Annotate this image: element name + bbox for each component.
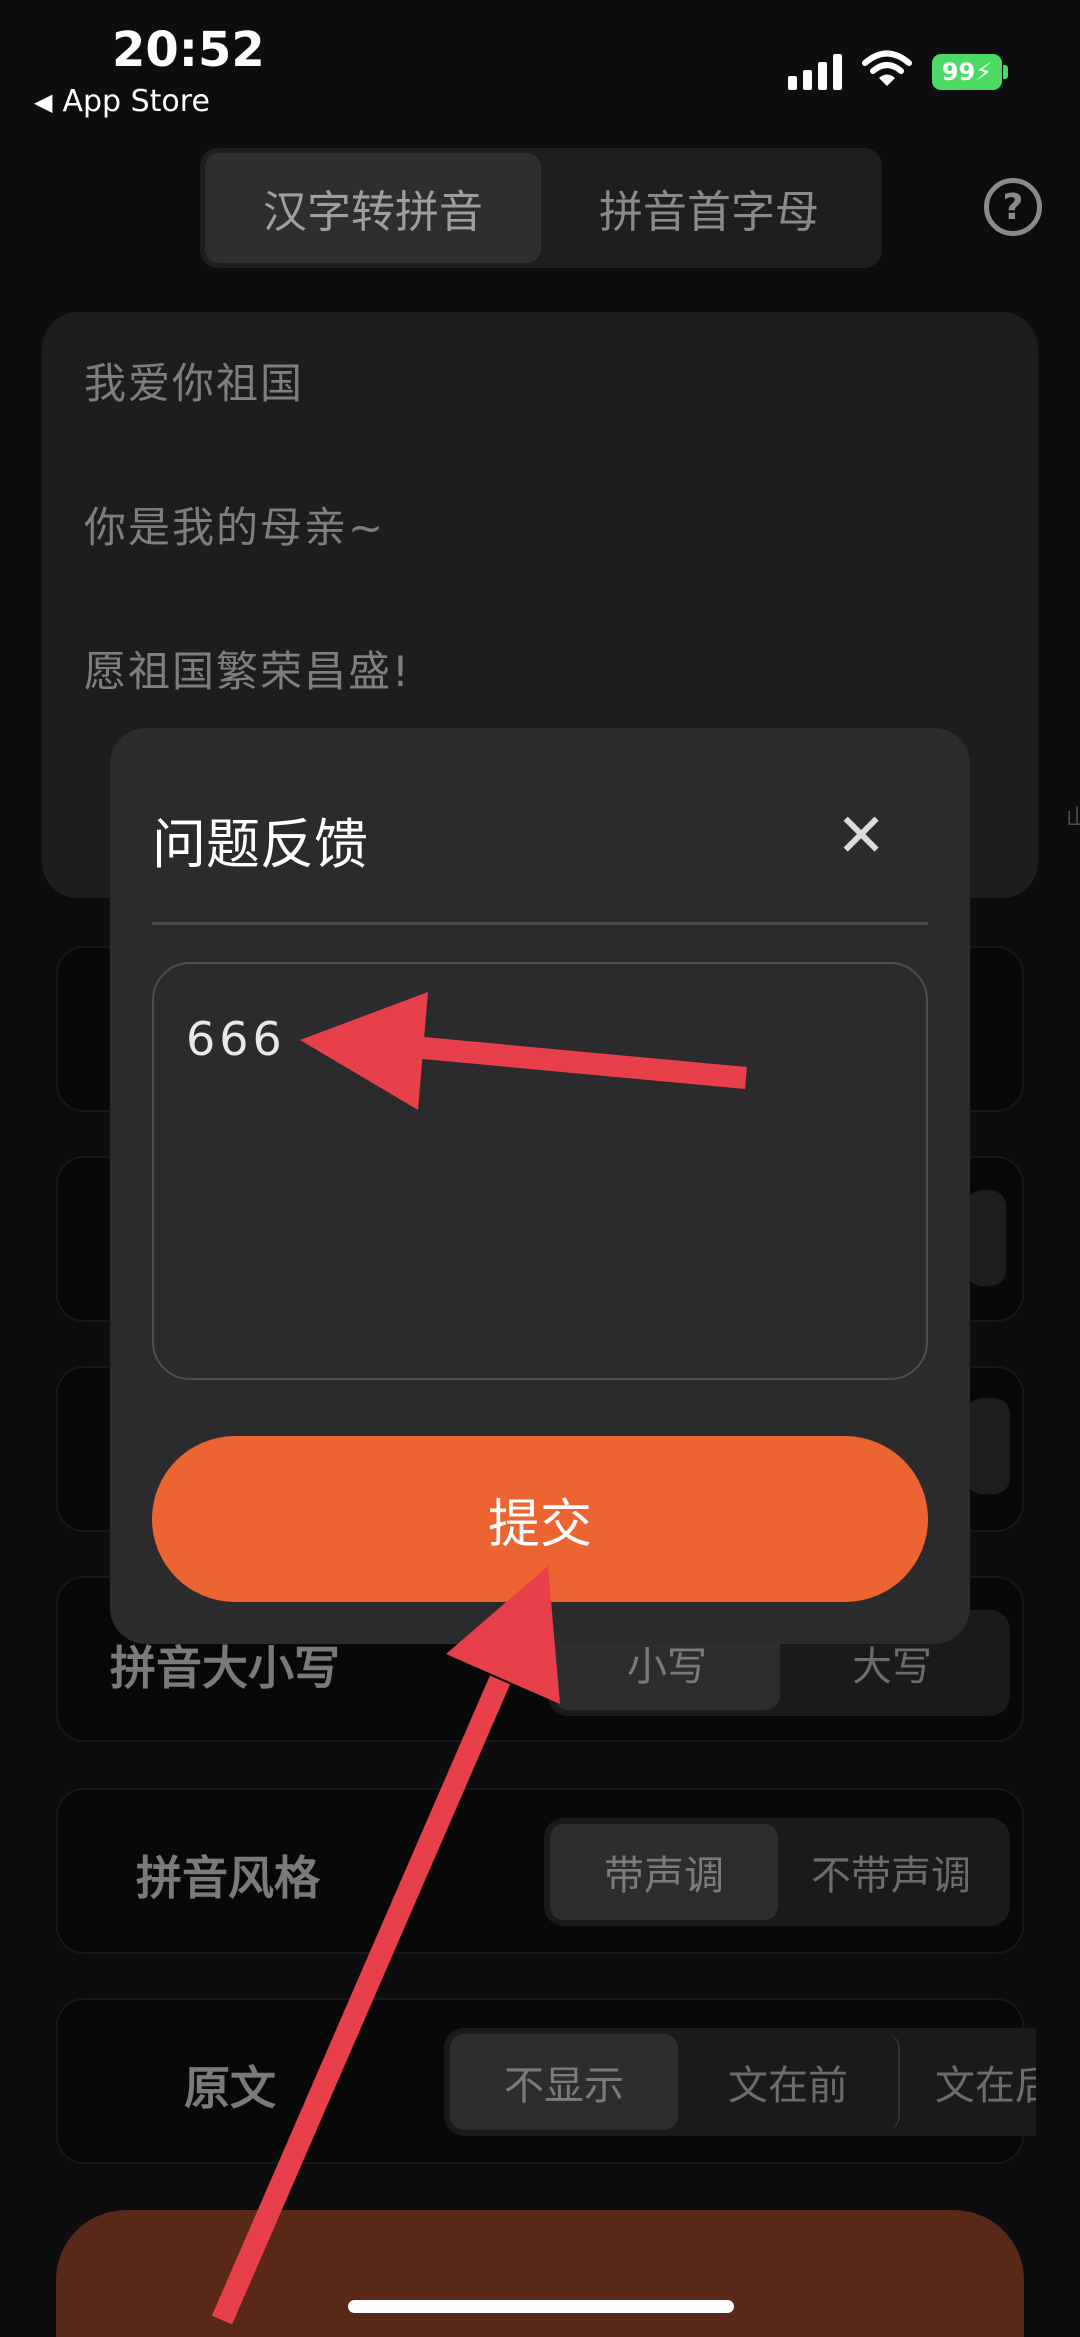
home-indicator: [348, 2300, 734, 2313]
modal-title: 问题反馈: [152, 813, 368, 876]
battery-cap: [1003, 65, 1008, 79]
original-label: 原文: [184, 2061, 276, 2115]
tab-hanzi-to-pinyin[interactable]: 汉字转拼音: [205, 153, 541, 263]
tab-pinyin-initials[interactable]: 拼音首字母: [541, 153, 877, 263]
feedback-text-value: 666: [186, 1012, 286, 1066]
battery-icon: 99 ⚡: [932, 54, 1002, 90]
back-to-app-store[interactable]: ◀ App Store: [34, 84, 210, 119]
battery-level: 99: [941, 58, 976, 86]
settings-row-control[interactable]: [966, 1398, 1010, 1494]
submit-button[interactable]: 提交: [152, 1436, 928, 1602]
original-option-before[interactable]: 文在前: [678, 2034, 900, 2130]
style-option-no-tone[interactable]: 不带声调: [778, 1824, 1004, 1920]
back-triangle-icon: ◀: [34, 87, 53, 116]
original-option-hide[interactable]: 不显示: [450, 2034, 678, 2130]
edge-glyph: 山: [1066, 806, 1080, 831]
style-option-tone[interactable]: 带声调: [550, 1824, 778, 1920]
original-option-after[interactable]: 文在后: [900, 2034, 1036, 2130]
style-segmented-control: 带声调 不带声调: [544, 1818, 1010, 1926]
source-text-line: 我爱你祖国: [84, 359, 305, 408]
wifi-icon: [862, 50, 912, 92]
modal-divider: [152, 922, 928, 925]
mode-segmented-control: 汉字转拼音 拼音首字母: [200, 148, 882, 268]
convert-button-partial[interactable]: [56, 2210, 1024, 2337]
settings-row-control[interactable]: [966, 1190, 1006, 1286]
status-time: 20:52: [112, 22, 265, 78]
close-icon[interactable]: ✕: [836, 806, 886, 866]
style-label: 拼音风格: [136, 1851, 320, 1905]
help-icon[interactable]: ?: [984, 178, 1042, 236]
source-text-line: 愿祖国繁荣昌盛!: [84, 647, 411, 696]
cellular-signal-icon: [788, 54, 842, 90]
source-text-line: 你是我的母亲~: [84, 503, 386, 552]
original-segmented-control: 不显示 文在前 文在后: [444, 2028, 1036, 2136]
back-app-label: App Store: [62, 84, 210, 119]
